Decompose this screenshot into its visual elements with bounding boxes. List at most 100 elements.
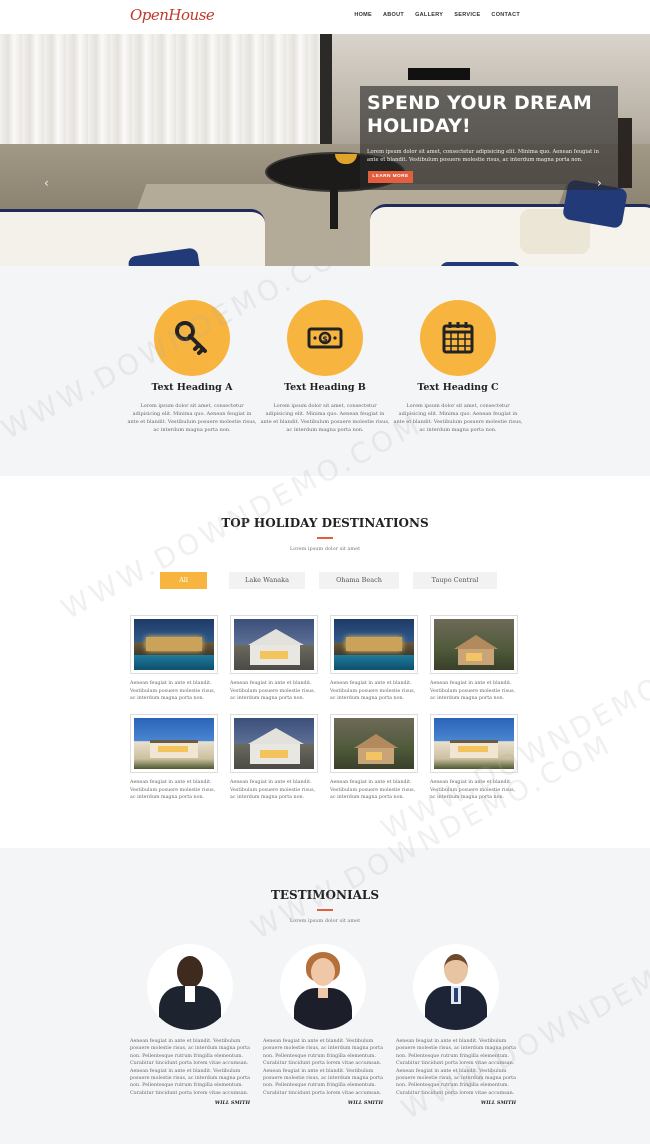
title-underline bbox=[317, 537, 333, 539]
testimonial-name: WILL SMITH bbox=[347, 1100, 383, 1107]
testimonial-text: Aenean feugiat in ante et blandit. Vesti… bbox=[130, 1039, 250, 1096]
house-lights bbox=[466, 653, 482, 661]
house-lights bbox=[366, 752, 382, 760]
avatar-head bbox=[177, 956, 203, 988]
destination-card-text: Aenean feugiat in ante et blandit. Vesti… bbox=[230, 681, 316, 702]
destination-thumb[interactable] bbox=[330, 615, 418, 674]
calendar-icon bbox=[442, 322, 474, 354]
testimonial-card: Aenean feugiat in ante et blandit. Vesti… bbox=[263, 944, 383, 1106]
house-lights bbox=[158, 746, 188, 752]
destination-card[interactable]: Aenean feugiat in ante et blandit. Vesti… bbox=[330, 615, 420, 703]
feature-heading: Text Heading C bbox=[417, 382, 499, 393]
feature-a: Text Heading A Lorem ipsum dolor sit ame… bbox=[127, 300, 257, 434]
destination-card[interactable]: Aenean feugiat in ante et blandit. Vesti… bbox=[130, 714, 220, 802]
house-roof bbox=[454, 635, 498, 649]
svg-text:$: $ bbox=[322, 334, 328, 343]
testimonials-title: TESTIMONIALS bbox=[270, 888, 380, 902]
testimonial-text: Aenean feugiat in ante et blandit. Vesti… bbox=[263, 1039, 383, 1096]
destination-card[interactable]: Aenean feugiat in ante et blandit. Vesti… bbox=[430, 615, 520, 703]
filter-lake-wanaka[interactable]: Lake Wanaka bbox=[229, 572, 305, 589]
feature-heading: Text Heading A bbox=[151, 382, 233, 393]
destination-thumb[interactable] bbox=[130, 714, 218, 773]
house-roof bbox=[248, 728, 304, 744]
menu-item-service[interactable]: SERVICE bbox=[454, 12, 480, 18]
feature-heading: Text Heading B bbox=[284, 382, 366, 393]
avatar bbox=[280, 944, 366, 1030]
menu-item-contact[interactable]: CONTACT bbox=[491, 12, 520, 18]
feature-icon-circle bbox=[420, 300, 496, 376]
avatar bbox=[413, 944, 499, 1030]
hero-image-table-leg bbox=[330, 189, 338, 229]
filter-taupo-central[interactable]: Taupo Central bbox=[413, 572, 497, 589]
filter-all[interactable]: All bbox=[160, 572, 207, 589]
testimonial-text: Aenean feugiat in ante et blandit. Vesti… bbox=[396, 1039, 516, 1096]
hero-image-lamp bbox=[408, 68, 470, 80]
destination-card[interactable]: Aenean feugiat in ante et blandit. Vesti… bbox=[430, 714, 520, 802]
avatar bbox=[147, 944, 233, 1030]
logo[interactable]: OpenHouse bbox=[130, 6, 215, 24]
destination-thumb[interactable] bbox=[230, 714, 318, 773]
destinations-title: TOP HOLIDAY DESTINATIONS bbox=[221, 516, 429, 530]
destination-thumb[interactable] bbox=[430, 714, 518, 773]
destinations-subtitle: Lorem ipsum dolor sit amet bbox=[289, 546, 361, 552]
money-icon: $ bbox=[307, 327, 343, 349]
destination-card[interactable]: Aenean feugiat in ante et blandit. Vesti… bbox=[230, 714, 320, 802]
house-lights bbox=[146, 637, 202, 651]
house-lights bbox=[260, 750, 288, 758]
testimonials-subtitle: Lorem ipsum dolor sit amet bbox=[289, 918, 361, 924]
main-menu: HOME ABOUT GALLERY SERVICE CONTACT bbox=[354, 12, 520, 18]
filter-tabs: All Lake Wanaka Ohama Beach Taupo Centra… bbox=[160, 572, 497, 589]
chevron-right-icon[interactable]: › bbox=[597, 176, 602, 190]
feature-icon-circle: $ bbox=[287, 300, 363, 376]
destinations-section: TOP HOLIDAY DESTINATIONS Lorem ipsum dol… bbox=[0, 476, 650, 848]
menu-item-about[interactable]: ABOUT bbox=[383, 12, 404, 18]
testimonial-name: WILL SMITH bbox=[214, 1100, 250, 1107]
avatar-tie bbox=[454, 988, 458, 1002]
destination-card-text: Aenean feugiat in ante et blandit. Vesti… bbox=[330, 681, 416, 702]
learn-more-button[interactable]: LEARN MORE bbox=[368, 171, 413, 183]
top-nav: OpenHouse HOME ABOUT GALLERY SERVICE CON… bbox=[0, 0, 650, 34]
hero-slider: SPEND YOUR DREAM HOLIDAY! Lorem ipsum do… bbox=[0, 34, 650, 266]
key-icon bbox=[175, 321, 207, 355]
destination-card[interactable]: Aenean feugiat in ante et blandit. Vesti… bbox=[130, 615, 220, 703]
hero-text: Lorem ipsum dolor sit amet, consectetur … bbox=[367, 149, 599, 163]
house-lights bbox=[346, 637, 402, 651]
destination-card-text: Aenean feugiat in ante et blandit. Vesti… bbox=[430, 780, 516, 801]
destination-thumb[interactable] bbox=[430, 615, 518, 674]
feature-b: $ Text Heading B Lorem ipsum dolor sit a… bbox=[260, 300, 390, 434]
features-section: Text Heading A Lorem ipsum dolor sit ame… bbox=[0, 266, 650, 476]
hero-image-vase bbox=[618, 118, 632, 188]
destination-card-text: Aenean feugiat in ante et blandit. Vesti… bbox=[430, 681, 516, 702]
house-roof bbox=[354, 734, 398, 748]
destination-card[interactable]: Aenean feugiat in ante et blandit. Vesti… bbox=[230, 615, 320, 703]
hero-image-window bbox=[320, 34, 332, 154]
destination-card-text: Aenean feugiat in ante et blandit. Vesti… bbox=[330, 780, 416, 801]
house-roof bbox=[248, 629, 304, 645]
house-lights bbox=[458, 746, 488, 752]
destination-card-text: Aenean feugiat in ante et blandit. Vesti… bbox=[230, 780, 316, 801]
destination-thumb[interactable] bbox=[330, 714, 418, 773]
avatar-shirt bbox=[185, 986, 195, 1002]
menu-item-gallery[interactable]: GALLERY bbox=[415, 12, 443, 18]
hero-heading: SPEND YOUR DREAM HOLIDAY! bbox=[367, 92, 592, 137]
testimonial-name: WILL SMITH bbox=[480, 1100, 516, 1107]
destination-card[interactable]: Aenean feugiat in ante et blandit. Vesti… bbox=[330, 714, 420, 802]
feature-text: Lorem ipsum dolor sit amet, consectetur … bbox=[393, 403, 523, 433]
hero-image-curtain bbox=[0, 34, 330, 144]
avatar-head bbox=[444, 954, 468, 984]
testimonial-card: Aenean feugiat in ante et blandit. Vesti… bbox=[130, 944, 250, 1106]
avatar-head bbox=[311, 958, 335, 986]
destination-thumb[interactable] bbox=[230, 615, 318, 674]
feature-text: Lorem ipsum dolor sit amet, consectetur … bbox=[127, 403, 257, 433]
filter-ohama-beach[interactable]: Ohama Beach bbox=[319, 572, 399, 589]
chevron-left-icon[interactable]: ‹ bbox=[44, 176, 49, 190]
menu-item-home[interactable]: HOME bbox=[354, 12, 372, 18]
testimonials-section: TESTIMONIALS Lorem ipsum dolor sit amet … bbox=[0, 848, 650, 1144]
destination-card-text: Aenean feugiat in ante et blandit. Vesti… bbox=[130, 681, 216, 702]
house-lights bbox=[260, 651, 288, 659]
destination-thumb[interactable] bbox=[130, 615, 218, 674]
title-underline bbox=[317, 909, 333, 911]
testimonial-card: Aenean feugiat in ante et blandit. Vesti… bbox=[396, 944, 516, 1106]
feature-text: Lorem ipsum dolor sit amet, consectetur … bbox=[260, 403, 390, 433]
feature-c: Text Heading C Lorem ipsum dolor sit ame… bbox=[393, 300, 523, 434]
